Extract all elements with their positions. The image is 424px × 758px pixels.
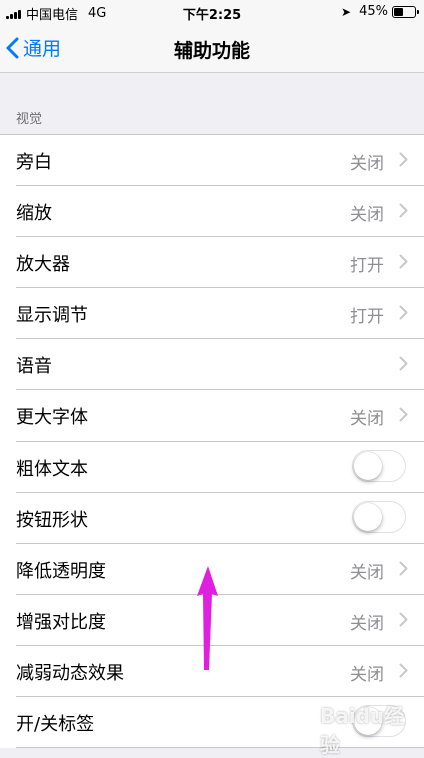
battery-nub	[417, 9, 419, 14]
settings-row-label: 按钮形状	[16, 509, 88, 531]
toggle-switch[interactable]	[352, 500, 406, 533]
section-header-vision: 视觉	[16, 112, 43, 127]
settings-row[interactable]: 旁白 关闭	[0, 135, 424, 187]
settings-row[interactable]: 语音	[0, 339, 424, 391]
annotation-arrow-icon	[197, 566, 218, 670]
page-title: 辅助功能	[173, 40, 250, 62]
navigation-bar: 通用 辅助功能	[0, 24, 424, 73]
settings-row[interactable]: 显示调节 打开	[0, 288, 424, 340]
chevron-right-icon	[399, 254, 408, 273]
settings-row[interactable]: 更大字体 关闭	[0, 390, 424, 442]
settings-row-value: 打开	[350, 307, 384, 328]
settings-row-label: 旁白	[16, 152, 52, 173]
settings-row-label: 缩放	[16, 203, 52, 225]
toggle-knob	[354, 451, 382, 480]
settings-row-label: 开/关标签	[16, 714, 95, 736]
chevron-right-icon	[399, 152, 408, 171]
settings-row-value: 关闭	[350, 664, 384, 685]
chevron-right-icon	[399, 407, 408, 426]
chevron-right-icon	[399, 663, 408, 682]
chevron-right-icon	[399, 561, 408, 580]
status-right: ➤ 45%	[341, 4, 419, 19]
status-bar: 中国电信 4G 下午2:25 ➤ 45%	[0, 0, 424, 24]
battery-percent: 45%	[359, 4, 388, 19]
settings-row-label: 粗体文本	[16, 458, 88, 480]
toggle-knob	[354, 502, 382, 531]
watermark-logo: Baidu经验	[320, 704, 405, 757]
battery-icon	[392, 5, 419, 18]
chevron-right-icon	[399, 612, 408, 631]
settings-row-label: 增强对比度	[16, 611, 106, 633]
settings-row-value: 关闭	[350, 409, 384, 430]
location-arrow-icon: ➤	[341, 4, 352, 19]
settings-row-label: 减弱动态效果	[16, 662, 124, 684]
settings-row-label: 显示调节	[16, 305, 88, 327]
settings-row-value: 关闭	[350, 205, 384, 226]
settings-row-value: 关闭	[350, 562, 384, 583]
settings-row-value: 关闭	[350, 154, 384, 174]
settings-row-label: 降低透明度	[16, 560, 106, 582]
battery-fill	[394, 7, 403, 16]
chevron-right-icon	[399, 356, 408, 375]
settings-row[interactable]: 放大器 打开	[0, 237, 424, 289]
chevron-right-icon	[399, 305, 408, 324]
chevron-right-icon	[399, 203, 408, 222]
settings-row-label: 语音	[16, 356, 52, 378]
toggle-switch[interactable]	[352, 449, 406, 482]
settings-row-label: 放大器	[16, 254, 70, 276]
settings-row[interactable]: 粗体文本	[0, 442, 424, 493]
settings-row[interactable]: 按钮形状	[0, 493, 424, 544]
settings-row[interactable]: 缩放 关闭	[0, 186, 424, 238]
settings-row-value: 打开	[350, 256, 384, 277]
settings-row-value: 关闭	[350, 613, 384, 634]
settings-row-label: 更大字体	[16, 407, 88, 429]
